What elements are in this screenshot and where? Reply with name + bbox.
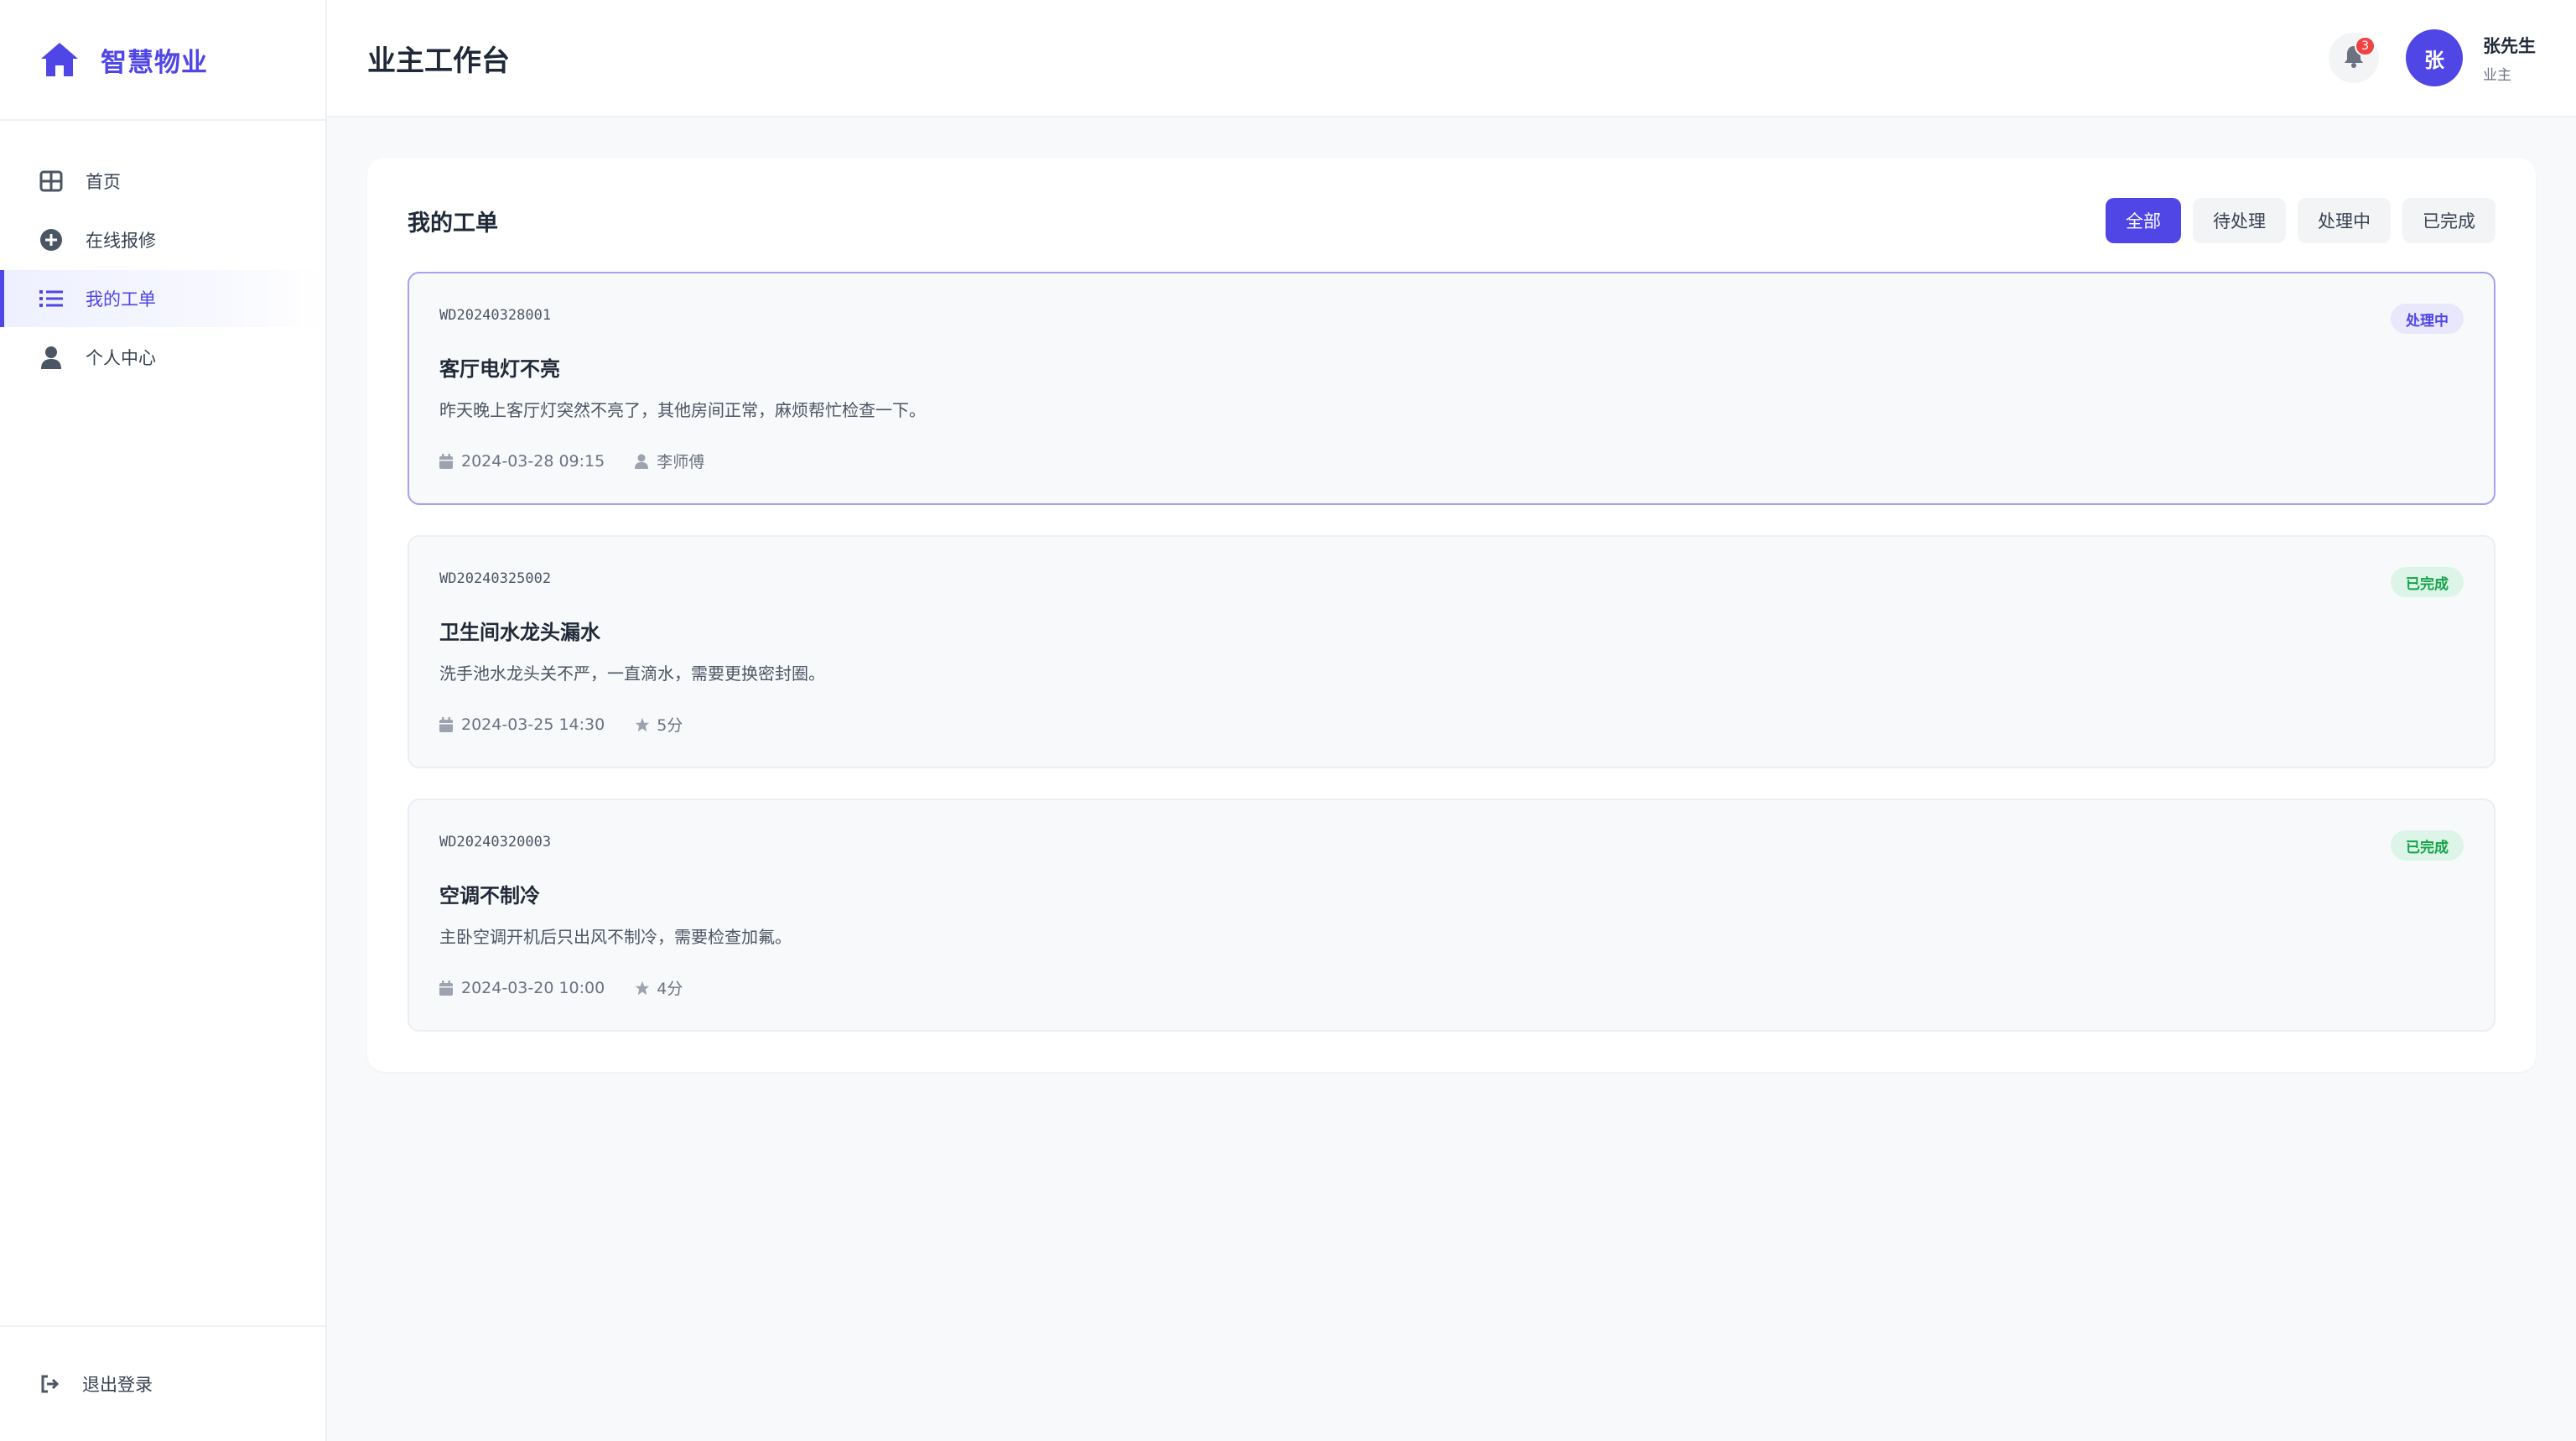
order-number: WD20240325002 — [439, 570, 552, 587]
list-icon — [39, 286, 64, 311]
order-card[interactable]: WD20240325002 已完成 卫生间水龙头漏水 洗手池水龙头关不严，一直滴… — [408, 535, 2496, 768]
order-title: 客厅电灯不亮 — [439, 357, 560, 381]
order-rating-text: 4分 — [657, 980, 683, 998]
filter-pending-button[interactable]: 待处理 — [2193, 198, 2286, 243]
sidebar-item-label: 在线报修 — [86, 231, 156, 251]
order-rating-text: 5分 — [657, 716, 683, 735]
sidebar-item-my-orders[interactable]: 我的工单 — [0, 270, 325, 327]
orders-panel-header: 我的工单 全部 待处理 处理中 已完成 — [408, 198, 2496, 243]
status-badge: 处理中 — [2391, 304, 2464, 334]
logout-icon — [40, 1373, 62, 1395]
brand-name: 智慧物业 — [101, 47, 208, 78]
order-date: 2024-03-25 14:30 — [439, 715, 605, 734]
orders-panel: 我的工单 全部 待处理 处理中 已完成 WD20240328001 处理中 客厅… — [367, 158, 2536, 1072]
order-date-text: 2024-03-28 09:15 — [461, 451, 605, 471]
user-icon — [635, 454, 650, 469]
home-icon — [39, 39, 82, 80]
sidebar-nav: 首页 在线报修 我的工单 个人中心 — [0, 121, 325, 386]
order-card[interactable]: WD20240328001 处理中 客厅电灯不亮 昨天晚上客厅灯突然不亮了，其他… — [408, 272, 2496, 505]
order-meta: 2024-03-20 10:00 4分 — [439, 976, 2464, 999]
order-description: 昨天晚上客厅灯突然不亮了，其他房间正常，麻烦帮忙检查一下。 — [439, 400, 926, 420]
calendar-icon — [439, 980, 454, 996]
sidebar-item-home[interactable]: 首页 — [0, 153, 325, 210]
star-icon — [635, 717, 650, 732]
status-badge: 已完成 — [2391, 567, 2464, 597]
sidebar-item-label: 个人中心 — [86, 348, 156, 368]
calendar-icon — [439, 453, 454, 469]
sidebar-item-label: 我的工单 — [86, 289, 156, 310]
order-number: WD20240320003 — [439, 834, 552, 851]
header-actions: 3 张 张先生 业主 — [2329, 29, 2536, 86]
plus-circle-icon — [39, 227, 64, 252]
order-description: 主卧空调开机后只出风不制冷，需要检查加氟。 — [439, 927, 792, 947]
logout-label: 退出登录 — [82, 1375, 153, 1395]
order-card[interactable]: WD20240320003 已完成 空调不制冷 主卧空调开机后只出风不制冷，需要… — [408, 799, 2496, 1032]
app-root: 智慧物业 首页 在线报修 我的工单 个人中心 退出登录 业主工作台 3 张 张先… — [0, 0, 2576, 1441]
order-date: 2024-03-28 09:15 — [439, 452, 605, 471]
order-rating: 4分 — [635, 976, 683, 999]
star-icon — [635, 981, 650, 996]
order-technician-text: 李师傅 — [657, 453, 705, 471]
grid-icon — [39, 169, 64, 194]
sidebar-item-label: 首页 — [86, 172, 121, 192]
order-meta: 2024-03-28 09:15 李师傅 — [439, 450, 2464, 472]
order-number: WD20240328001 — [439, 307, 552, 324]
avatar[interactable]: 张 — [2406, 29, 2463, 86]
user-icon — [39, 345, 64, 370]
filter-all-button[interactable]: 全部 — [2106, 198, 2181, 243]
order-date: 2024-03-20 10:00 — [439, 979, 605, 997]
brand[interactable]: 智慧物业 — [0, 0, 325, 121]
order-technician: 李师傅 — [635, 450, 704, 472]
logout-button[interactable]: 退出登录 — [0, 1325, 325, 1441]
sidebar: 智慧物业 首页 在线报修 我的工单 个人中心 退出登录 — [0, 0, 327, 1441]
order-meta: 2024-03-25 14:30 5分 — [439, 713, 2464, 736]
main-area: 业主工作台 3 张 张先生 业主 我的工单 全部 待处理 处理中 已完成 WD2… — [327, 0, 2576, 1441]
order-rating: 5分 — [635, 713, 683, 736]
page-title: 业主工作台 — [367, 44, 510, 78]
order-date-text: 2024-03-25 14:30 — [461, 715, 605, 734]
sidebar-item-repair[interactable]: 在线报修 — [0, 211, 325, 268]
order-title: 空调不制冷 — [439, 884, 540, 908]
calendar-icon — [439, 716, 454, 732]
user-name: 张先生 — [2483, 35, 2536, 56]
user-info[interactable]: 张先生 业主 — [2483, 33, 2536, 84]
content: 我的工单 全部 待处理 处理中 已完成 WD20240328001 处理中 客厅… — [327, 117, 2576, 1072]
status-badge: 已完成 — [2391, 830, 2464, 861]
order-title: 卫生间水龙头漏水 — [439, 621, 600, 644]
top-header: 业主工作台 3 张 张先生 业主 — [327, 0, 2576, 117]
filter-done-button[interactable]: 已完成 — [2402, 198, 2496, 243]
user-role: 业主 — [2483, 66, 2511, 84]
order-list: WD20240328001 处理中 客厅电灯不亮 昨天晚上客厅灯突然不亮了，其他… — [408, 272, 2496, 1032]
filter-processing-button[interactable]: 处理中 — [2298, 198, 2391, 243]
status-filter-tabs: 全部 待处理 处理中 已完成 — [2106, 198, 2496, 243]
panel-title: 我的工单 — [408, 210, 498, 237]
sidebar-item-profile[interactable]: 个人中心 — [0, 329, 325, 386]
notification-badge: 3 — [2355, 36, 2376, 56]
notification-button[interactable]: 3 — [2329, 33, 2379, 83]
order-date-text: 2024-03-20 10:00 — [461, 978, 605, 997]
order-description: 洗手池水龙头关不严，一直滴水，需要更换密封圈。 — [439, 663, 825, 684]
